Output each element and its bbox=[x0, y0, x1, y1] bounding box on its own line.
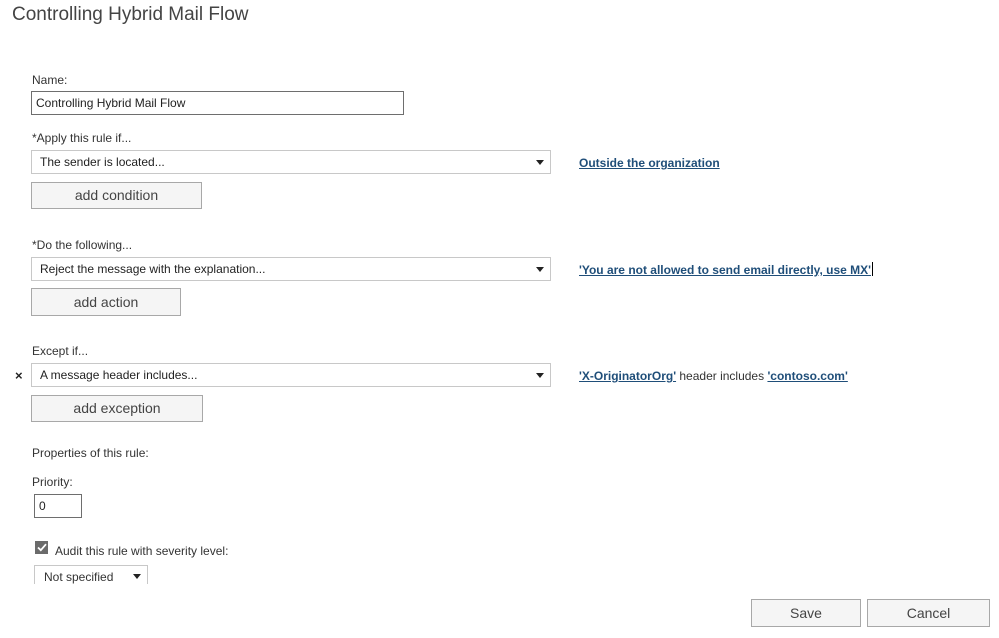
chevron-down-icon bbox=[536, 373, 544, 378]
severity-select-value: Not specified bbox=[44, 570, 114, 584]
exception-select[interactable]: A message header includes... bbox=[31, 363, 551, 387]
exception-value-link[interactable]: 'contoso.com' bbox=[767, 369, 847, 383]
audit-label: Audit this rule with severity level: bbox=[55, 544, 229, 558]
cancel-button[interactable]: Cancel bbox=[867, 599, 990, 627]
chevron-down-icon bbox=[536, 160, 544, 165]
close-icon[interactable]: × bbox=[15, 368, 23, 383]
exception-label: Except if... bbox=[32, 344, 89, 358]
chevron-down-icon bbox=[133, 574, 141, 579]
audit-checkbox[interactable] bbox=[35, 541, 48, 554]
condition-value-link[interactable]: Outside the organization bbox=[579, 156, 720, 170]
condition-select[interactable]: The sender is located... bbox=[31, 150, 551, 174]
exception-value-line: 'X-OriginatorOrg' header includes 'conto… bbox=[579, 369, 848, 383]
exception-header-link[interactable]: 'X-OriginatorOrg' bbox=[579, 369, 676, 383]
content-clip bbox=[0, 584, 760, 590]
priority-input[interactable] bbox=[34, 494, 82, 518]
add-exception-button[interactable]: add exception bbox=[31, 395, 203, 422]
checkmark-icon bbox=[36, 543, 47, 552]
save-button[interactable]: Save bbox=[751, 599, 861, 627]
action-select[interactable]: Reject the message with the explanation.… bbox=[31, 257, 551, 281]
action-value-wrapper: 'You are not allowed to send email direc… bbox=[579, 262, 873, 277]
chevron-down-icon bbox=[536, 267, 544, 272]
rule-editor-page: Controlling Hybrid Mail Flow Name: *Appl… bbox=[0, 0, 999, 638]
add-condition-button[interactable]: add condition bbox=[31, 182, 202, 209]
page-title: Controlling Hybrid Mail Flow bbox=[12, 4, 249, 25]
name-input[interactable] bbox=[31, 91, 404, 115]
condition-select-value: The sender is located... bbox=[40, 155, 165, 169]
properties-heading: Properties of this rule: bbox=[32, 446, 149, 460]
exception-select-value: A message header includes... bbox=[40, 368, 198, 382]
action-value-link[interactable]: 'You are not allowed to send email direc… bbox=[579, 263, 871, 277]
condition-label: *Apply this rule if... bbox=[32, 131, 132, 145]
action-label: *Do the following... bbox=[32, 238, 133, 252]
exception-middle-text: header includes bbox=[676, 369, 768, 383]
add-action-button[interactable]: add action bbox=[31, 288, 181, 316]
name-label: Name: bbox=[32, 73, 68, 87]
text-caret bbox=[872, 262, 873, 276]
action-select-value: Reject the message with the explanation.… bbox=[40, 262, 266, 276]
priority-label: Priority: bbox=[32, 475, 73, 489]
